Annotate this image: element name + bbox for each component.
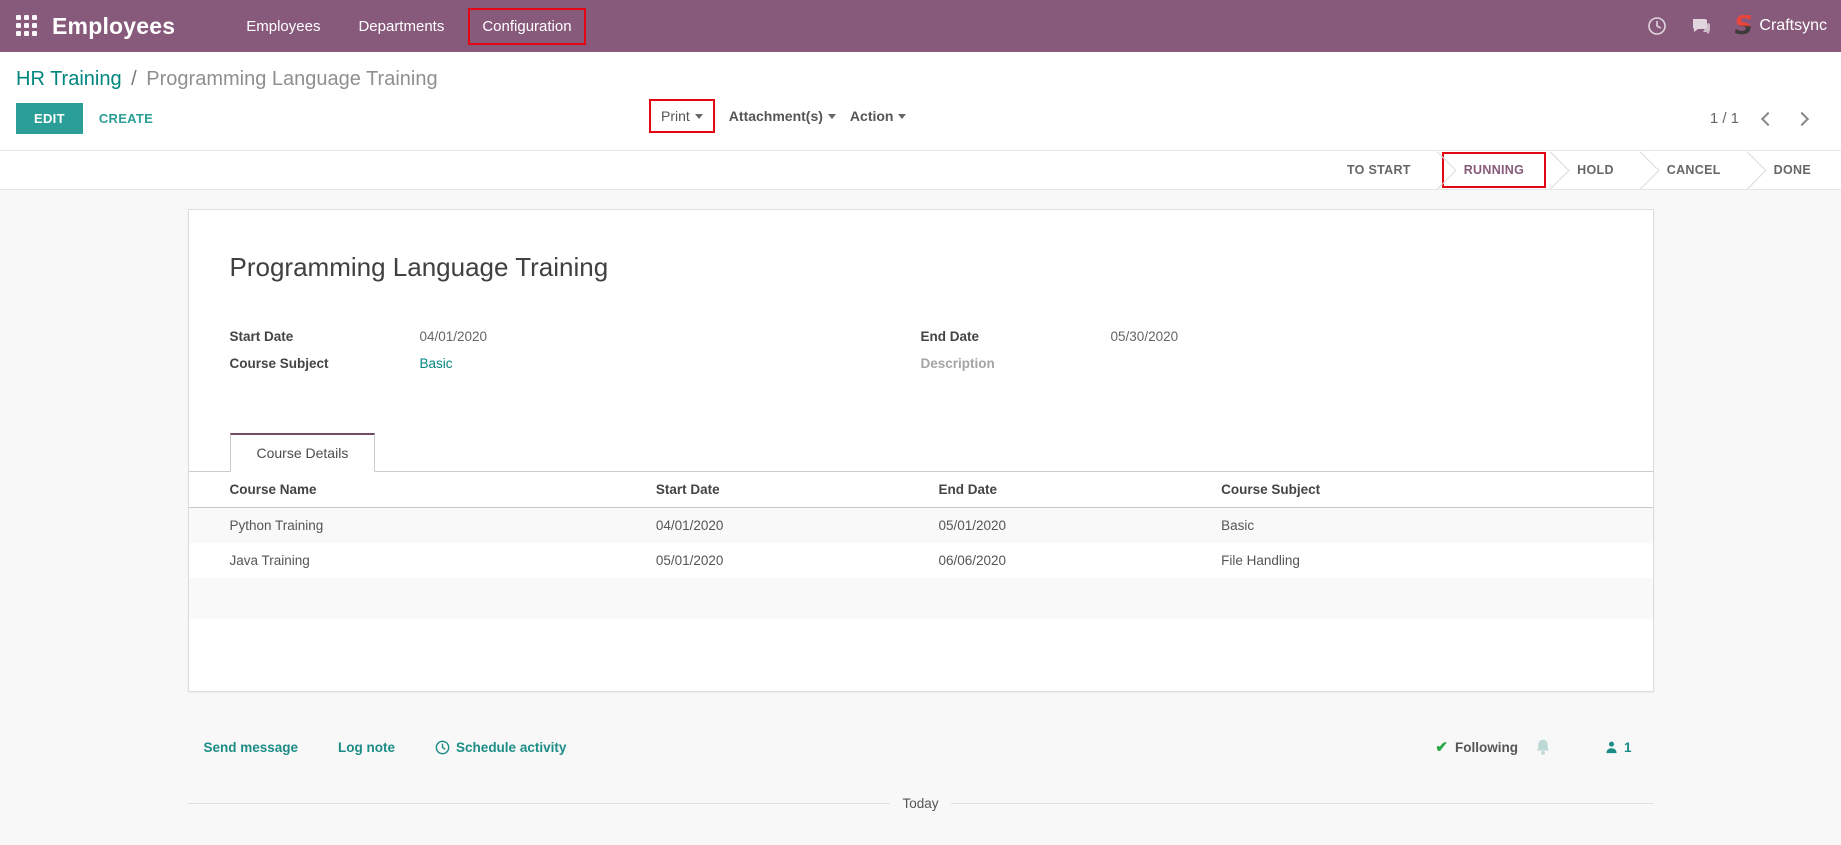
today-divider: Today (188, 796, 1654, 811)
field-group: Start Date 04/01/2020 Course Subject Bas… (189, 323, 1653, 377)
menu-item-departments[interactable]: Departments (344, 8, 458, 45)
activity-clock-icon[interactable] (1646, 15, 1668, 37)
bell-icon[interactable] (1534, 738, 1552, 756)
schedule-activity-label: Schedule activity (456, 740, 566, 755)
breadcrumb-parent-link[interactable]: HR Training (16, 68, 122, 90)
column-end-date[interactable]: End Date (938, 472, 1221, 508)
start-date-label: Start Date (230, 323, 420, 350)
followers-count: 1 (1624, 740, 1632, 755)
field-description: Description (921, 350, 1653, 377)
user-avatar-logo-icon: S (1732, 15, 1754, 37)
tab-course-details[interactable]: Course Details (230, 433, 376, 472)
status-to-start[interactable]: TO START (1325, 151, 1433, 189)
breadcrumb: HR Training / Programming Language Train… (0, 52, 1841, 93)
field-course-subject: Course Subject Basic (230, 350, 921, 377)
cell-course-name: Python Training (189, 508, 656, 544)
person-icon (1604, 740, 1619, 755)
check-icon: ✔ (1435, 738, 1448, 756)
action-label: Action (850, 108, 894, 124)
table-row-empty (189, 578, 1653, 619)
control-panel: HR Training / Programming Language Train… (0, 52, 1841, 150)
button-row: EDIT CREATE Print Attachment(s) Action 1… (0, 93, 1841, 150)
table-header-row: Course Name Start Date End Date Course S… (189, 472, 1653, 508)
course-subject-value-link[interactable]: Basic (420, 350, 453, 377)
user-name: Craftsync (1759, 17, 1827, 35)
print-label: Print (661, 108, 690, 124)
record-pager: 1 / 1 (1710, 110, 1825, 127)
field-column-right: End Date 05/30/2020 Description (921, 323, 1653, 377)
cell-end-date: 06/06/2020 (938, 543, 1221, 578)
document-actions: Print Attachment(s) Action (649, 99, 906, 133)
chatter-toolbar: Send message Log note Schedule activity … (188, 738, 1654, 756)
record-sheet: Programming Language Training Start Date… (188, 209, 1654, 692)
breadcrumb-current: Programming Language Training (146, 68, 437, 90)
record-title: Programming Language Training (230, 252, 1653, 283)
apps-grid-icon[interactable] (16, 15, 38, 37)
chatter: Send message Log note Schedule activity … (188, 692, 1654, 811)
form-view: Programming Language Training Start Date… (0, 209, 1841, 811)
navbar-right: S Craftsync (1646, 15, 1827, 37)
edit-button[interactable]: EDIT (16, 103, 83, 134)
schedule-activity-button[interactable]: Schedule activity (435, 740, 566, 755)
user-menu[interactable]: S Craftsync (1734, 15, 1827, 37)
description-label: Description (921, 350, 1111, 377)
action-dropdown[interactable]: Action (850, 108, 907, 124)
app-title: Employees (52, 13, 175, 40)
statusbar: TO START RUNNING HOLD CANCEL DONE (0, 150, 1841, 190)
messages-icon[interactable] (1690, 15, 1712, 37)
pager-previous-icon[interactable] (1761, 111, 1775, 125)
caret-down-icon (828, 114, 836, 119)
column-start-date[interactable]: Start Date (656, 472, 939, 508)
menu-item-employees[interactable]: Employees (232, 8, 334, 45)
log-note-button[interactable]: Log note (338, 740, 395, 755)
cell-end-date: 05/01/2020 (938, 508, 1221, 544)
cell-course-subject: Basic (1221, 508, 1652, 544)
following-label: Following (1455, 740, 1518, 755)
clock-icon (435, 740, 450, 755)
attachments-dropdown[interactable]: Attachment(s) (729, 108, 836, 124)
course-subject-label: Course Subject (230, 350, 420, 377)
column-course-subject[interactable]: Course Subject (1221, 472, 1652, 508)
cell-course-subject: File Handling (1221, 543, 1652, 578)
course-details-table: Course Name Start Date End Date Course S… (189, 472, 1653, 619)
cell-start-date: 05/01/2020 (656, 543, 939, 578)
today-label: Today (902, 796, 938, 811)
column-course-name[interactable]: Course Name (189, 472, 656, 508)
pager-counter: 1 / 1 (1710, 110, 1739, 127)
end-date-value: 05/30/2020 (1111, 323, 1179, 350)
create-button[interactable]: CREATE (99, 111, 153, 126)
caret-down-icon (898, 114, 906, 119)
field-end-date: End Date 05/30/2020 (921, 323, 1653, 350)
cell-course-name: Java Training (189, 543, 656, 578)
main-menu: Employees Departments Configuration (227, 0, 590, 52)
print-dropdown[interactable]: Print (649, 99, 715, 133)
start-date-value: 04/01/2020 (420, 323, 488, 350)
menu-item-configuration[interactable]: Configuration (468, 8, 585, 45)
field-start-date: Start Date 04/01/2020 (230, 323, 921, 350)
field-column-left: Start Date 04/01/2020 Course Subject Bas… (189, 323, 921, 377)
caret-down-icon (695, 114, 703, 119)
breadcrumb-separator: / (131, 68, 137, 90)
notebook-tabs: Course Details (189, 433, 1653, 472)
end-date-label: End Date (921, 323, 1111, 350)
table-row[interactable]: Java Training 05/01/2020 06/06/2020 File… (189, 543, 1653, 578)
followers-counter[interactable]: 1 (1604, 740, 1632, 755)
pager-next-icon[interactable] (1795, 111, 1809, 125)
chatter-right: ✔ Following 1 (1435, 738, 1631, 756)
attachments-label: Attachment(s) (729, 108, 823, 124)
send-message-button[interactable]: Send message (204, 740, 299, 755)
cell-start-date: 04/01/2020 (656, 508, 939, 544)
following-button[interactable]: ✔ Following (1435, 738, 1518, 756)
table-row[interactable]: Python Training 04/01/2020 05/01/2020 Ba… (189, 508, 1653, 544)
top-navbar: Employees Employees Departments Configur… (0, 0, 1841, 52)
